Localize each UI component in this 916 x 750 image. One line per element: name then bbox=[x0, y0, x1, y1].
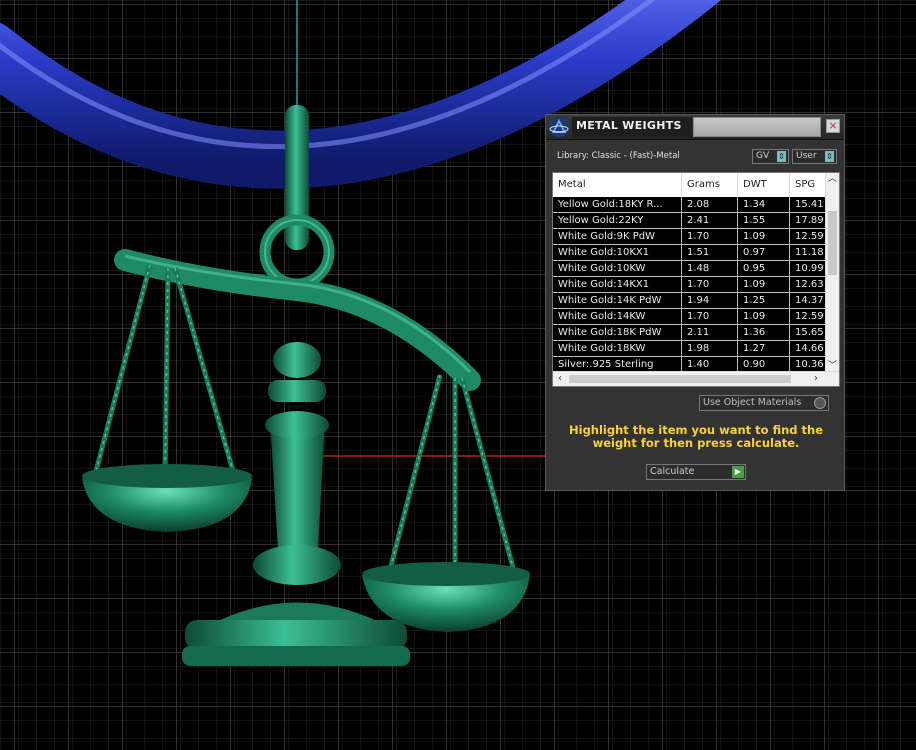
cell-metal: White Gold:14KW bbox=[553, 309, 682, 325]
app-logo-icon bbox=[549, 117, 569, 137]
user-dropdown-value: User bbox=[796, 151, 817, 161]
table-row[interactable]: White Gold:14KX1 1.70 1.09 12.63 bbox=[553, 277, 827, 293]
cell-grams: 1.94 bbox=[682, 293, 738, 309]
close-icon[interactable]: × bbox=[826, 119, 840, 133]
column-header-spg[interactable]: SPG bbox=[790, 173, 830, 197]
table-row[interactable]: White Gold:18K PdW 2.11 1.36 15.65 bbox=[553, 325, 827, 341]
cell-dwt: 1.27 bbox=[738, 341, 790, 357]
calculate-label: Calculate bbox=[650, 466, 695, 477]
cell-dwt: 0.95 bbox=[738, 261, 790, 277]
table-row[interactable]: White Gold:18KW 1.98 1.27 14.66 bbox=[553, 341, 827, 357]
use-object-materials-label: Use Object Materials bbox=[703, 397, 802, 408]
column-header-dwt[interactable]: DWT bbox=[738, 173, 790, 197]
column-header-metal[interactable]: Metal bbox=[553, 173, 682, 197]
play-icon: ▶ bbox=[732, 466, 744, 478]
cell-metal: White Gold:18K PdW bbox=[553, 325, 682, 341]
cell-spg: 14.37 bbox=[790, 293, 827, 309]
cell-metal: White Gold:18KW bbox=[553, 341, 682, 357]
table-row[interactable]: White Gold:10KX1 1.51 0.97 11.18 bbox=[553, 245, 827, 261]
table-row[interactable]: White Gold:9K PdW 1.70 1.09 12.59 bbox=[553, 229, 827, 245]
scroll-left-icon[interactable]: ‹ bbox=[553, 372, 567, 386]
cell-spg: 15.41 bbox=[790, 197, 827, 213]
cell-metal: Yellow Gold:18KY R... bbox=[553, 197, 682, 213]
horizontal-scroll-thumb[interactable] bbox=[569, 375, 791, 383]
dropdown-arrow-icon: ⇕ bbox=[825, 151, 834, 162]
cell-metal: White Gold:9K PdW bbox=[553, 229, 682, 245]
dropdown-arrow-icon: ⇕ bbox=[777, 151, 786, 162]
horizontal-scrollbar[interactable]: ‹ › bbox=[553, 371, 839, 386]
cell-metal: White Gold:14KX1 bbox=[553, 277, 682, 293]
panel-titlebar[interactable]: METAL WEIGHTS × bbox=[546, 115, 844, 140]
instruction-text: Highlight the item you want to find the … bbox=[569, 423, 823, 450]
scroll-right-icon[interactable]: › bbox=[809, 372, 823, 386]
cell-grams: 1.70 bbox=[682, 277, 738, 293]
cell-metal: White Gold:14K PdW bbox=[553, 293, 682, 309]
cell-dwt: 1.25 bbox=[738, 293, 790, 309]
cell-grams: 2.11 bbox=[682, 325, 738, 341]
metal-table[interactable]: Metal Grams DWT SPG Yellow Gold:18KY R..… bbox=[552, 172, 840, 387]
cell-spg: 12.59 bbox=[790, 229, 827, 245]
cell-dwt: 1.09 bbox=[738, 277, 790, 293]
cell-spg: 11.18 bbox=[790, 245, 827, 261]
metal-weights-panel: METAL WEIGHTS × Library: Classic - (Fast… bbox=[545, 114, 845, 491]
vertical-scroll-thumb[interactable] bbox=[828, 211, 837, 275]
table-row[interactable]: White Gold:14K PdW 1.94 1.25 14.37 bbox=[553, 293, 827, 309]
cell-dwt: 1.09 bbox=[738, 229, 790, 245]
library-label: Library: Classic - (Fast)-Metal bbox=[557, 151, 680, 161]
cell-spg: 14.66 bbox=[790, 341, 827, 357]
gv-dropdown[interactable]: GV ⇕ bbox=[752, 149, 789, 164]
table-header: Metal Grams DWT SPG bbox=[553, 173, 830, 198]
cell-metal: White Gold:10KW bbox=[553, 261, 682, 277]
cell-grams: 1.70 bbox=[682, 229, 738, 245]
cell-spg: 12.59 bbox=[790, 309, 827, 325]
cell-dwt: 1.09 bbox=[738, 309, 790, 325]
scroll-up-icon[interactable]: ︿ bbox=[826, 173, 839, 185]
cell-metal: Yellow Gold:22KY bbox=[553, 213, 682, 229]
gv-dropdown-value: GV bbox=[756, 151, 770, 161]
vertical-scrollbar[interactable]: ︿ ﹀ bbox=[825, 173, 839, 372]
table-row[interactable]: White Gold:10KW 1.48 0.95 10.99 bbox=[553, 261, 827, 277]
table-row[interactable]: White Gold:14KW 1.70 1.09 12.59 bbox=[553, 309, 827, 325]
cell-dwt: 1.36 bbox=[738, 325, 790, 341]
cell-spg: 12.63 bbox=[790, 277, 827, 293]
cell-grams: 2.41 bbox=[682, 213, 738, 229]
table-row[interactable]: Yellow Gold:18KY R... 2.08 1.34 15.41 bbox=[553, 197, 827, 213]
cell-grams: 2.08 bbox=[682, 197, 738, 213]
panel-title: METAL WEIGHTS bbox=[576, 119, 682, 132]
user-dropdown[interactable]: User ⇕ bbox=[792, 149, 837, 164]
cell-grams: 1.70 bbox=[682, 309, 738, 325]
table-row[interactable]: Yellow Gold:22KY 2.41 1.55 17.89 bbox=[553, 213, 827, 229]
use-object-materials-toggle[interactable]: Use Object Materials bbox=[699, 395, 829, 411]
cell-dwt: 1.55 bbox=[738, 213, 790, 229]
cell-grams: 1.48 bbox=[682, 261, 738, 277]
cell-dwt: 0.97 bbox=[738, 245, 790, 261]
cell-grams: 1.51 bbox=[682, 245, 738, 261]
cell-spg: 15.65 bbox=[790, 325, 827, 341]
column-header-grams[interactable]: Grams bbox=[682, 173, 738, 197]
cell-dwt: 1.34 bbox=[738, 197, 790, 213]
title-tab-filler bbox=[693, 117, 821, 137]
calculate-button[interactable]: Calculate ▶ bbox=[646, 464, 746, 480]
cell-metal: White Gold:10KX1 bbox=[553, 245, 682, 261]
cell-spg: 17.89 bbox=[790, 213, 827, 229]
cell-spg: 10.99 bbox=[790, 261, 827, 277]
cell-grams: 1.98 bbox=[682, 341, 738, 357]
radio-icon[interactable] bbox=[814, 397, 826, 409]
